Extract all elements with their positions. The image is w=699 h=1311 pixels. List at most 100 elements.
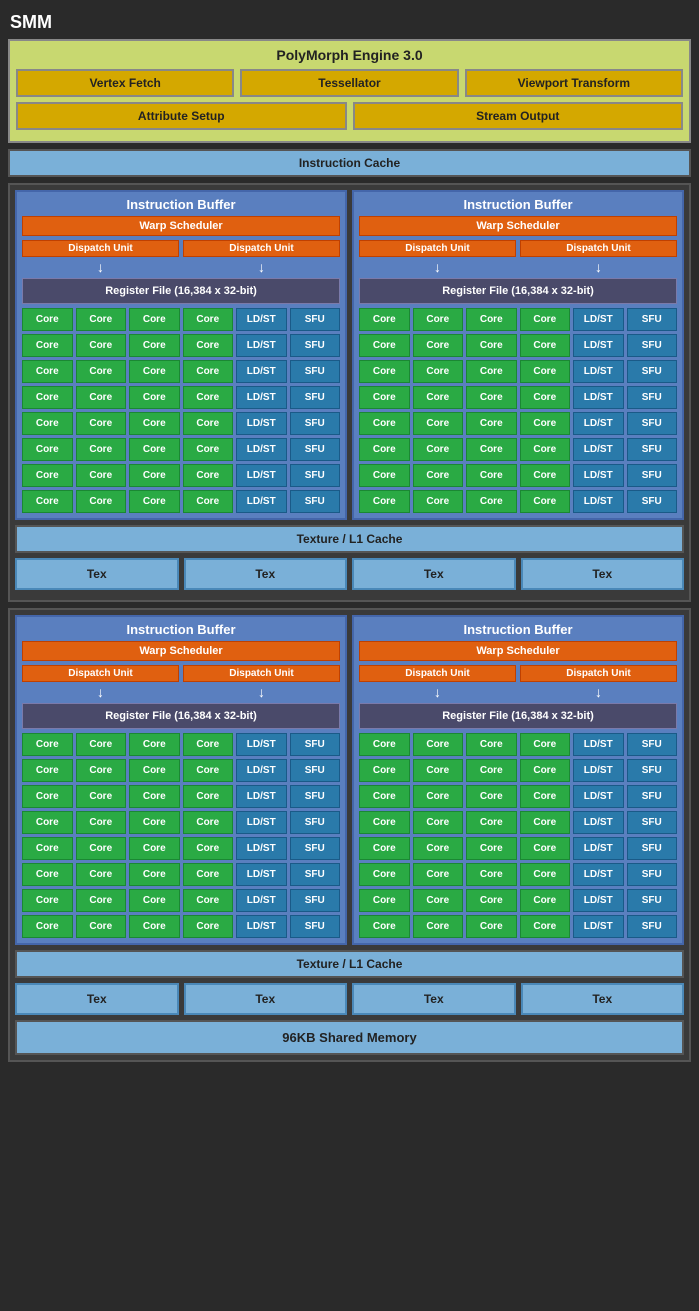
core-cell: Core (466, 863, 517, 886)
ldst-cell: LD/ST (573, 889, 624, 912)
ldst-cell: LD/ST (573, 811, 624, 834)
ldst-cell: LD/ST (573, 412, 624, 435)
dispatch-unit-br-1: Dispatch Unit (359, 665, 516, 682)
ldst-cell: LD/ST (573, 438, 624, 461)
core-cell: Core (413, 438, 464, 461)
core-cell: Core (183, 490, 234, 513)
core-cell: Core (413, 490, 464, 513)
sfu-cell: SFU (290, 490, 341, 513)
register-file-tl: Register File (16,384 x 32-bit) (22, 278, 340, 304)
core-cell: Core (76, 733, 127, 756)
sfu-cell: SFU (290, 733, 341, 756)
core-cell: Core (183, 785, 234, 808)
core-cell: Core (22, 334, 73, 357)
sfu-cell: SFU (290, 438, 341, 461)
core-cell: Core (359, 889, 410, 912)
core-cell: Core (129, 412, 180, 435)
core-cell: Core (183, 915, 234, 938)
instruction-cache-top: Instruction Cache (8, 149, 691, 177)
core-cell: Core (520, 360, 571, 383)
ldst-cell: LD/ST (236, 837, 287, 860)
core-cell: Core (76, 889, 127, 912)
arrow-br-1: ↓ (359, 684, 516, 700)
core-cell: Core (520, 889, 571, 912)
ldst-cell: LD/ST (573, 759, 624, 782)
core-cell: Core (359, 360, 410, 383)
core-cell: Core (183, 334, 234, 357)
smm-title: SMM (8, 8, 691, 39)
arrow-br-2: ↓ (520, 684, 677, 700)
core-cell: Core (466, 386, 517, 409)
core-cell: Core (466, 837, 517, 860)
core-cell: Core (22, 837, 73, 860)
ldst-cell: LD/ST (573, 360, 624, 383)
tex-l1-cache-top: Texture / L1 Cache (15, 525, 684, 553)
ldst-cell: LD/ST (236, 412, 287, 435)
cores-grid-bl: Core Core Core Core LD/ST SFU Core Core … (22, 733, 340, 938)
sfu-cell: SFU (290, 863, 341, 886)
core-cell: Core (183, 412, 234, 435)
sm-unit-top-right: Instruction Buffer Warp Scheduler Dispat… (352, 190, 684, 520)
core-cell: Core (22, 759, 73, 782)
sfu-cell: SFU (627, 438, 678, 461)
arrow-row-tr: ↓ ↓ (359, 259, 677, 275)
sfu-cell: SFU (290, 360, 341, 383)
core-cell: Core (520, 863, 571, 886)
core-cell: Core (183, 811, 234, 834)
dispatch-row-tr: Dispatch Unit Dispatch Unit (359, 240, 677, 257)
ldst-cell: LD/ST (236, 863, 287, 886)
ldst-cell: LD/ST (236, 308, 287, 331)
sfu-cell: SFU (290, 915, 341, 938)
core-cell: Core (413, 464, 464, 487)
core-cell: Core (413, 733, 464, 756)
core-cell: Core (466, 759, 517, 782)
instr-buffer-label-br: Instruction Buffer (359, 622, 677, 637)
dispatch-row-bl: Dispatch Unit Dispatch Unit (22, 665, 340, 682)
ldst-cell: LD/ST (236, 733, 287, 756)
sfu-cell: SFU (627, 360, 678, 383)
core-cell: Core (413, 889, 464, 912)
instr-buffer-label-tr: Instruction Buffer (359, 197, 677, 212)
core-cell: Core (76, 785, 127, 808)
sfu-cell: SFU (290, 889, 341, 912)
core-cell: Core (76, 837, 127, 860)
core-cell: Core (520, 308, 571, 331)
core-cell: Core (22, 464, 73, 487)
sfu-cell: SFU (627, 837, 678, 860)
tex-cell-bottom-3: Tex (352, 983, 516, 1015)
ldst-cell: LD/ST (236, 889, 287, 912)
core-cell: Core (466, 360, 517, 383)
warp-scheduler-tl: Warp Scheduler (22, 216, 340, 236)
polymorph-row-1: Vertex Fetch Tessellator Viewport Transf… (16, 69, 683, 97)
core-cell: Core (129, 438, 180, 461)
tex-l1-cache-bottom: Texture / L1 Cache (15, 950, 684, 978)
tex-cell-top-4: Tex (521, 558, 685, 590)
sfu-cell: SFU (290, 308, 341, 331)
sfu-cell: SFU (627, 464, 678, 487)
dispatch-unit-tr-1: Dispatch Unit (359, 240, 516, 257)
ldst-cell: LD/ST (236, 759, 287, 782)
dispatch-unit-bl-1: Dispatch Unit (22, 665, 179, 682)
cores-grid-br: Core Core Core Core LD/ST SFU Core Core … (359, 733, 677, 938)
ldst-cell: LD/ST (236, 360, 287, 383)
sfu-cell: SFU (627, 490, 678, 513)
sfu-cell: SFU (627, 785, 678, 808)
ldst-cell: LD/ST (236, 811, 287, 834)
core-cell: Core (183, 863, 234, 886)
ldst-cell: LD/ST (236, 464, 287, 487)
sfu-cell: SFU (627, 915, 678, 938)
core-cell: Core (413, 915, 464, 938)
sm-unit-bottom-left: Instruction Buffer Warp Scheduler Dispat… (15, 615, 347, 945)
core-cell: Core (183, 438, 234, 461)
sfu-cell: SFU (627, 334, 678, 357)
core-cell: Core (22, 733, 73, 756)
ldst-cell: LD/ST (236, 334, 287, 357)
ldst-cell: LD/ST (573, 490, 624, 513)
dispatch-unit-tr-2: Dispatch Unit (520, 240, 677, 257)
core-cell: Core (466, 915, 517, 938)
arrow-bl-1: ↓ (22, 684, 179, 700)
core-cell: Core (183, 889, 234, 912)
arrow-tr-1: ↓ (359, 259, 516, 275)
core-cell: Core (129, 464, 180, 487)
core-cell: Core (466, 334, 517, 357)
